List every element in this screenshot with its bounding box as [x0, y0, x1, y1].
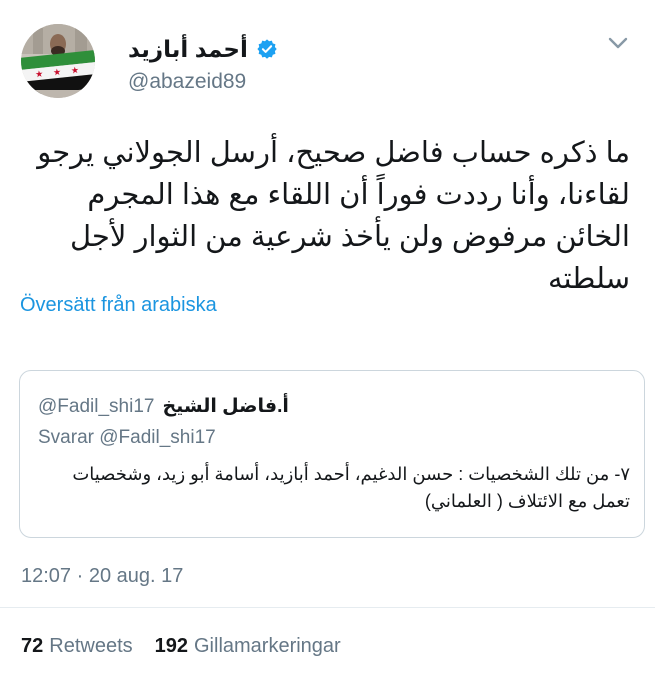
quoted-author-name: أ.فاضل الشيخ	[162, 396, 289, 417]
author-name-row[interactable]: أحمد أبازيد	[128, 36, 278, 62]
quoted-tweet-card[interactable]: @Fadil_shi17 أ.فاضل الشيخ Svarar @Fadil_…	[19, 370, 645, 538]
reply-prefix: Svarar	[38, 427, 94, 448]
author-handle[interactable]: @abazeid89	[128, 70, 246, 94]
quoted-tweet-header: @Fadil_shi17 أ.فاضل الشيخ	[38, 395, 289, 418]
svg-text:★: ★	[53, 68, 62, 79]
tweet-text: ما ذكره حساب فاضل صحيح، أرسل الجولاني ير…	[37, 137, 630, 295]
chevron-down-icon[interactable]	[605, 32, 631, 54]
tweet-header: ★ ★ ★ أحمد أبازيد @abazeid89	[0, 0, 655, 110]
tweet-stats: 72 Retweets 192 Gillamarkeringar	[21, 635, 341, 658]
retweets-count: 72	[21, 635, 44, 657]
quoted-author-handle: @Fadil_shi17	[38, 396, 155, 417]
author-display-name[interactable]: أحمد أبازيد	[128, 36, 248, 63]
avatar-image: ★ ★ ★	[21, 24, 95, 98]
translate-link[interactable]: Översätt från arabiska	[20, 294, 217, 317]
divider	[0, 607, 655, 608]
tweet-timestamp[interactable]: 12:07 · 20 aug. 17	[21, 565, 183, 588]
verified-badge-icon	[256, 38, 278, 60]
svg-text:★: ★	[71, 66, 80, 77]
retweets-stat[interactable]: 72 Retweets	[21, 635, 133, 658]
svg-text:★: ★	[35, 70, 44, 81]
retweets-label: Retweets	[49, 635, 133, 657]
quoted-tweet-text: ٧- من تلك الشخصيات : حسن الدغيم، أحمد أب…	[72, 464, 630, 511]
avatar[interactable]: ★ ★ ★	[21, 24, 95, 98]
reply-to-handle: @Fadil_shi17	[99, 427, 216, 448]
likes-count: 192	[154, 635, 188, 657]
likes-label: Gillamarkeringar	[194, 635, 341, 657]
quoted-reply-context: Svarar @Fadil_shi17	[38, 427, 216, 449]
likes-stat[interactable]: 192 Gillamarkeringar	[155, 635, 341, 658]
